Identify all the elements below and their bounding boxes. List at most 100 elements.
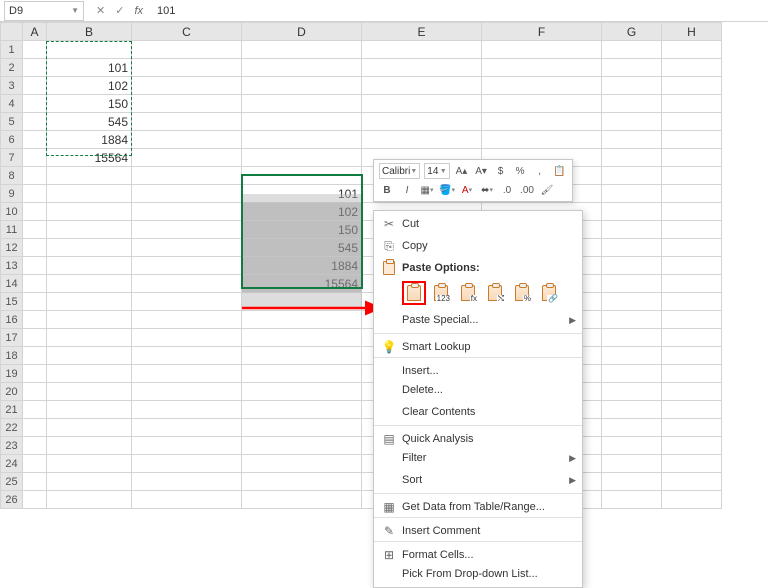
cell[interactable]: [242, 59, 362, 77]
cell[interactable]: [23, 383, 47, 401]
cell[interactable]: [23, 41, 47, 59]
cell[interactable]: [362, 113, 482, 131]
cell[interactable]: [602, 383, 662, 401]
cell[interactable]: [47, 329, 132, 347]
menu-delete[interactable]: Delete...: [374, 379, 582, 401]
cell[interactable]: [662, 473, 722, 491]
cell[interactable]: [662, 419, 722, 437]
cell[interactable]: [47, 275, 132, 293]
cell[interactable]: [362, 77, 482, 95]
cell[interactable]: [132, 113, 242, 131]
increase-font-button[interactable]: A▴: [454, 163, 470, 179]
cell[interactable]: [23, 275, 47, 293]
paste-default-button[interactable]: [402, 281, 426, 305]
col-header[interactable]: B: [47, 23, 132, 41]
row-header[interactable]: 23: [1, 437, 23, 455]
row-header[interactable]: 14: [1, 275, 23, 293]
increase-decimal-button[interactable]: .00: [519, 182, 535, 198]
row-header[interactable]: 15: [1, 293, 23, 311]
cell[interactable]: [132, 455, 242, 473]
cell[interactable]: [242, 365, 362, 383]
row-header[interactable]: 13: [1, 257, 23, 275]
row-header[interactable]: 2: [1, 59, 23, 77]
cell[interactable]: [662, 77, 722, 95]
cell[interactable]: [602, 131, 662, 149]
font-size-selector[interactable]: 14▼: [424, 163, 449, 179]
cell[interactable]: [662, 455, 722, 473]
cell[interactable]: [132, 203, 242, 221]
cell[interactable]: [23, 185, 47, 203]
cell[interactable]: [662, 131, 722, 149]
cell[interactable]: [662, 311, 722, 329]
cell[interactable]: [132, 347, 242, 365]
cell[interactable]: [602, 167, 662, 185]
cell[interactable]: [662, 239, 722, 257]
row-header[interactable]: 5: [1, 113, 23, 131]
cell[interactable]: [47, 419, 132, 437]
decrease-decimal-button[interactable]: .0: [499, 182, 515, 198]
cell[interactable]: [242, 293, 362, 311]
cell[interactable]: 545: [47, 113, 132, 131]
col-header[interactable]: D: [242, 23, 362, 41]
fx-icon[interactable]: fx: [134, 5, 143, 17]
cell[interactable]: [662, 203, 722, 221]
cell[interactable]: [362, 41, 482, 59]
cell[interactable]: [362, 59, 482, 77]
cell[interactable]: [47, 257, 132, 275]
row-header[interactable]: 7: [1, 149, 23, 167]
menu-copy[interactable]: ⎘Copy: [374, 235, 582, 257]
cell[interactable]: [602, 239, 662, 257]
cell[interactable]: [242, 383, 362, 401]
cell[interactable]: [602, 59, 662, 77]
cell[interactable]: [362, 95, 482, 113]
row-header[interactable]: 19: [1, 365, 23, 383]
row-header[interactable]: 9: [1, 185, 23, 203]
cell[interactable]: [132, 239, 242, 257]
row-header[interactable]: 3: [1, 77, 23, 95]
cell[interactable]: [242, 311, 362, 329]
cell[interactable]: [23, 239, 47, 257]
cell[interactable]: [662, 329, 722, 347]
cell[interactable]: [242, 329, 362, 347]
cell[interactable]: 545: [242, 239, 362, 257]
cell[interactable]: [132, 149, 242, 167]
cell[interactable]: [662, 365, 722, 383]
cell[interactable]: [132, 131, 242, 149]
font-color-button[interactable]: A▾: [459, 182, 475, 198]
cancel-icon[interactable]: ✕: [96, 4, 105, 17]
cell[interactable]: [662, 149, 722, 167]
cell[interactable]: [242, 131, 362, 149]
menu-format-cells[interactable]: ⊞Format Cells...: [374, 541, 582, 563]
row-header[interactable]: 25: [1, 473, 23, 491]
cell[interactable]: [602, 491, 662, 509]
cell[interactable]: [23, 329, 47, 347]
cell[interactable]: [242, 437, 362, 455]
cell[interactable]: [242, 95, 362, 113]
cell[interactable]: [132, 275, 242, 293]
cell[interactable]: [23, 347, 47, 365]
menu-sort[interactable]: Sort▶: [374, 469, 582, 491]
cell[interactable]: [47, 437, 132, 455]
cell[interactable]: [132, 473, 242, 491]
cell[interactable]: [602, 203, 662, 221]
cell[interactable]: [482, 59, 602, 77]
cell[interactable]: [242, 77, 362, 95]
cell[interactable]: [23, 77, 47, 95]
cell[interactable]: [47, 473, 132, 491]
row-header[interactable]: 12: [1, 239, 23, 257]
menu-smart-lookup[interactable]: 💡Smart Lookup: [374, 333, 582, 355]
cell[interactable]: [662, 59, 722, 77]
cell[interactable]: [132, 383, 242, 401]
cell[interactable]: [47, 239, 132, 257]
cell[interactable]: [662, 401, 722, 419]
cell[interactable]: 102: [242, 203, 362, 221]
cell[interactable]: [602, 347, 662, 365]
cell[interactable]: [662, 41, 722, 59]
bold-button[interactable]: B: [379, 182, 395, 198]
cell[interactable]: [132, 311, 242, 329]
cell[interactable]: [602, 257, 662, 275]
cell[interactable]: [602, 113, 662, 131]
cell[interactable]: [132, 329, 242, 347]
cell[interactable]: [23, 419, 47, 437]
chevron-down-icon[interactable]: ▼: [71, 6, 79, 15]
